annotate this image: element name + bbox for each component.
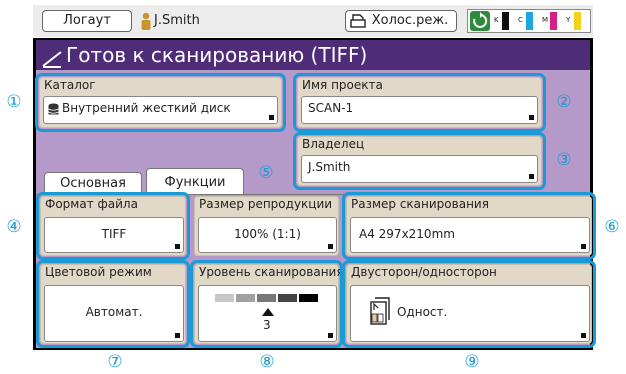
logout-button[interactable]: Логаут [42,10,132,32]
title-bar: Готов к сканированию (TIFF) [36,40,590,70]
user-name: J.Smith [154,13,200,28]
copy-mode-label: Холос.реж. [371,13,449,28]
highlight-duplex [342,260,596,348]
scan-ready-icon [42,46,62,68]
user-icon [140,11,152,31]
callout-5: ⑤ [258,163,274,183]
tab-functions[interactable]: Функции [146,168,244,194]
callout-7: ⑦ [107,352,123,372]
callout-9: ⑨ [464,352,480,372]
highlight-file-format [36,192,190,260]
callout-2: ② [556,92,572,112]
scanner-icon [350,13,366,29]
ink-m-bar [550,12,557,30]
repro-size-label: Размер репродукции [199,197,333,211]
highlight-project [293,73,546,132]
page-title: Готов к сканированию (TIFF) [66,43,368,67]
repro-size-panel[interactable]: Размер репродукции 100% (1:1) [194,196,339,256]
callout-8: ⑧ [259,352,275,372]
repro-size-value: 100% (1:1) [234,227,301,241]
highlight-scan-size [342,192,596,260]
ink-c-letter: C [518,16,523,24]
highlight-catalog [35,73,286,132]
ink-m-letter: M [542,16,549,24]
highlight-owner [293,132,546,190]
callout-1: ① [6,92,22,112]
repro-size-field[interactable]: 100% (1:1) [198,217,337,253]
highlight-scan-level [190,260,343,348]
ink-y-letter: Y [566,16,571,24]
highlight-color-mode [36,260,190,348]
ink-c-bar [526,12,533,30]
tab-basic[interactable]: Основная [44,172,142,194]
callout-4: ④ [6,217,22,237]
refresh-icon[interactable] [470,11,490,31]
ink-levels: K C M Y [494,11,590,31]
ink-y-bar [574,12,581,30]
callout-6: ⑥ [604,217,620,237]
ink-k-bar [502,12,509,30]
ink-k-letter: K [494,16,499,24]
more-indicator [328,244,333,249]
callout-3: ③ [556,150,572,170]
